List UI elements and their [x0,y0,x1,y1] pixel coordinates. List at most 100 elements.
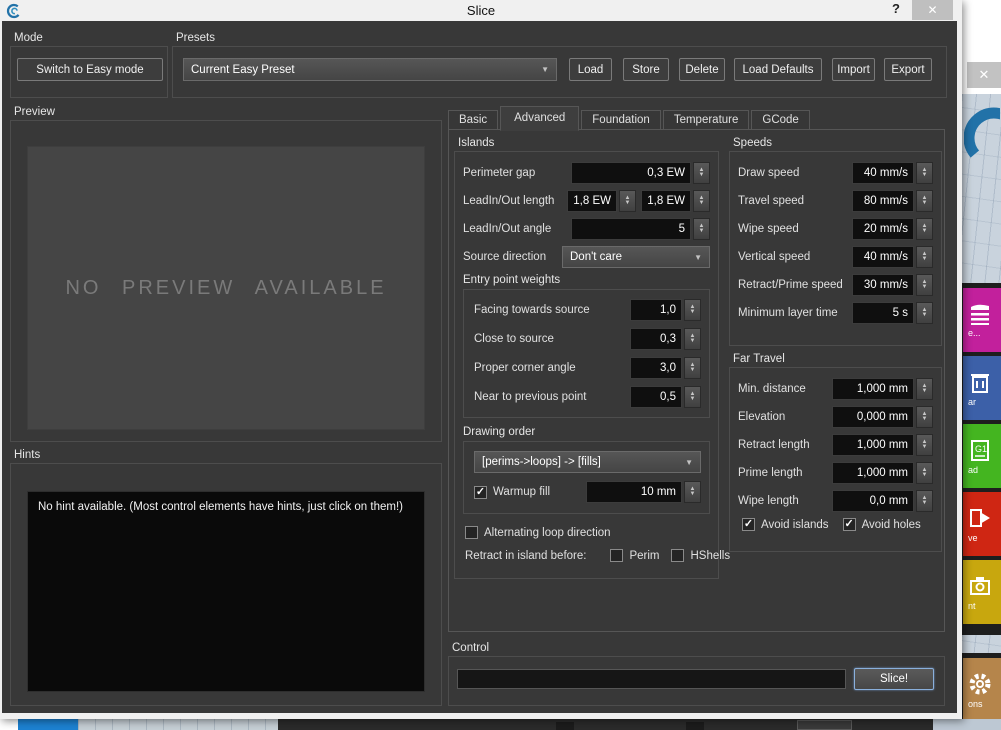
slice-button[interactable]: Slice! [854,668,934,690]
sidebar-tile-strip: e... ar G1 ad ve [960,283,1001,635]
leadin-length-input-2[interactable]: 1,8 EW [641,190,691,212]
proper-corner-angle-input[interactable]: 3,0 [630,357,682,379]
prime-length-input[interactable]: 1,000 mm [832,462,914,484]
group-label: Entry point weights [463,274,710,289]
tab-gcode[interactable]: GCode [751,110,809,131]
perimeter-gap-input[interactable]: 0,3 EW [571,162,691,184]
wipe-length-spinner[interactable]: ▲▼ [916,490,933,512]
camera-icon [968,574,992,598]
field-label: Vertical speed [738,251,852,263]
draw-speed-spinner[interactable]: ▲▼ [916,162,933,184]
retract-prime-speed-input[interactable]: 30 mm/s [852,274,914,296]
elevation-input[interactable]: 0,000 mm [832,406,914,428]
group-label: Presets [172,32,947,46]
hints-group: Hints No hint available. (Most control e… [10,449,442,706]
retract-length-input[interactable]: 1,000 mm [832,434,914,456]
field-label: Wipe length [738,495,832,507]
tab-basic[interactable]: Basic [448,110,498,131]
field-label: Wipe speed [738,223,852,235]
checkbox-label: HShells [690,550,730,562]
retract-hshells-checkbox[interactable] [671,549,684,562]
load-button[interactable]: Load [569,58,612,81]
proper-corner-angle-spinner[interactable]: ▲▼ [684,357,701,379]
leadin-angle-input[interactable]: 5 [571,218,691,240]
mode-group: Mode Switch to Easy mode [10,32,168,98]
minimum-layer-time-input[interactable]: 5 s [852,302,914,324]
control-group: Control Slice! [448,642,945,706]
chevron-down-icon: ▼ [541,65,549,74]
trash-icon [968,370,992,394]
field-label: Proper corner angle [474,362,630,374]
field-label: Travel speed [738,195,852,207]
tile-label: ons [968,699,983,709]
warmup-fill-checkbox[interactable] [474,486,487,499]
warmup-fill-input[interactable]: 10 mm [586,481,682,503]
retract-length-spinner[interactable]: ▲▼ [916,434,933,456]
preset-select[interactable]: Current Easy Preset ▼ [183,58,557,81]
travel-speed-spinner[interactable]: ▲▼ [916,190,933,212]
slice-icon [968,303,992,325]
vertical-speed-input[interactable]: 40 mm/s [852,246,914,268]
field-label: Retract/Prime speed [738,279,852,291]
tab-temperature[interactable]: Temperature [663,110,750,131]
wipe-length-input[interactable]: 0,0 mm [832,490,914,512]
slice-progress-bar [457,669,846,689]
minimum-layer-time-spinner[interactable]: ▲▼ [916,302,933,324]
leadin-angle-spinner[interactable]: ▲▼ [693,218,710,240]
background-close-button[interactable]: ✕ [967,62,1001,88]
elevation-spinner[interactable]: ▲▼ [916,406,933,428]
wipe-speed-spinner[interactable]: ▲▼ [916,218,933,240]
avoid-holes-checkbox[interactable] [843,518,856,531]
switch-easy-mode-button[interactable]: Switch to Easy mode [17,58,163,81]
sidebar-tile-load[interactable]: G1 ad [963,424,1001,488]
sidebar-tile-slice[interactable]: e... [963,288,1001,352]
close-button[interactable]: ✕ [912,0,953,20]
facing-towards-source-input[interactable]: 1,0 [630,299,682,321]
retract-prime-speed-spinner[interactable]: ▲▼ [916,274,933,296]
chevron-down-icon: ▼ [685,458,693,467]
sidebar-tile-options[interactable]: ons [963,658,1001,722]
alternating-loop-checkbox[interactable] [465,526,478,539]
sidebar-tile-print[interactable]: nt [963,560,1001,624]
draw-speed-input[interactable]: 40 mm/s [852,162,914,184]
close-to-source-spinner[interactable]: ▲▼ [684,328,701,350]
facing-towards-source-spinner[interactable]: ▲▼ [684,299,701,321]
tab-advanced[interactable]: Advanced [500,106,579,131]
min-distance-input[interactable]: 1,000 mm [832,378,914,400]
close-icon: ✕ [927,3,937,17]
store-button[interactable]: Store [623,58,669,81]
min-distance-spinner[interactable]: ▲▼ [916,378,933,400]
dialog-body: Mode Switch to Easy mode Presets Current… [2,21,957,713]
leadin-length-spinner-1[interactable]: ▲▼ [619,190,636,212]
export-play-icon [968,506,992,530]
avoid-islands-checkbox[interactable] [742,518,755,531]
craftware-logo-arc [964,100,1000,190]
load-defaults-button[interactable]: Load Defaults [734,58,822,81]
export-button[interactable]: Export [884,58,932,81]
leadin-length-input-1[interactable]: 1,8 EW [567,190,617,212]
leadin-length-spinner-2[interactable]: ▲▼ [693,190,710,212]
source-direction-select[interactable]: Don't care ▼ [562,246,710,268]
import-button[interactable]: Import [832,58,875,81]
sidebar-tile-clear[interactable]: ar [963,356,1001,420]
sidebar-tile-save[interactable]: ve [963,492,1001,556]
vertical-speed-spinner[interactable]: ▲▼ [916,246,933,268]
advanced-tab-panel: Islands Perimeter gap 0,3 EW ▲▼ LeadIn/O… [448,129,945,632]
retract-perim-checkbox[interactable] [610,549,623,562]
group-label: Drawing order [463,426,710,441]
drawing-order-select[interactable]: [perims->loops] -> [fills] ▼ [474,451,701,473]
prime-length-spinner[interactable]: ▲▼ [916,462,933,484]
near-previous-point-spinner[interactable]: ▲▼ [684,386,701,408]
warmup-fill-spinner[interactable]: ▲▼ [684,481,701,503]
perimeter-gap-spinner[interactable]: ▲▼ [693,162,710,184]
delete-button[interactable]: Delete [679,58,725,81]
tab-foundation[interactable]: Foundation [581,110,661,131]
gcode-file-icon: G1 [968,438,992,462]
near-previous-point-input[interactable]: 0,5 [630,386,682,408]
titlebar[interactable]: Slice ? ✕ [0,0,962,21]
close-to-source-input[interactable]: 0,3 [630,328,682,350]
travel-speed-input[interactable]: 80 mm/s [852,190,914,212]
tile-label: ve [968,533,978,543]
help-button[interactable]: ? [892,1,900,16]
wipe-speed-input[interactable]: 20 mm/s [852,218,914,240]
